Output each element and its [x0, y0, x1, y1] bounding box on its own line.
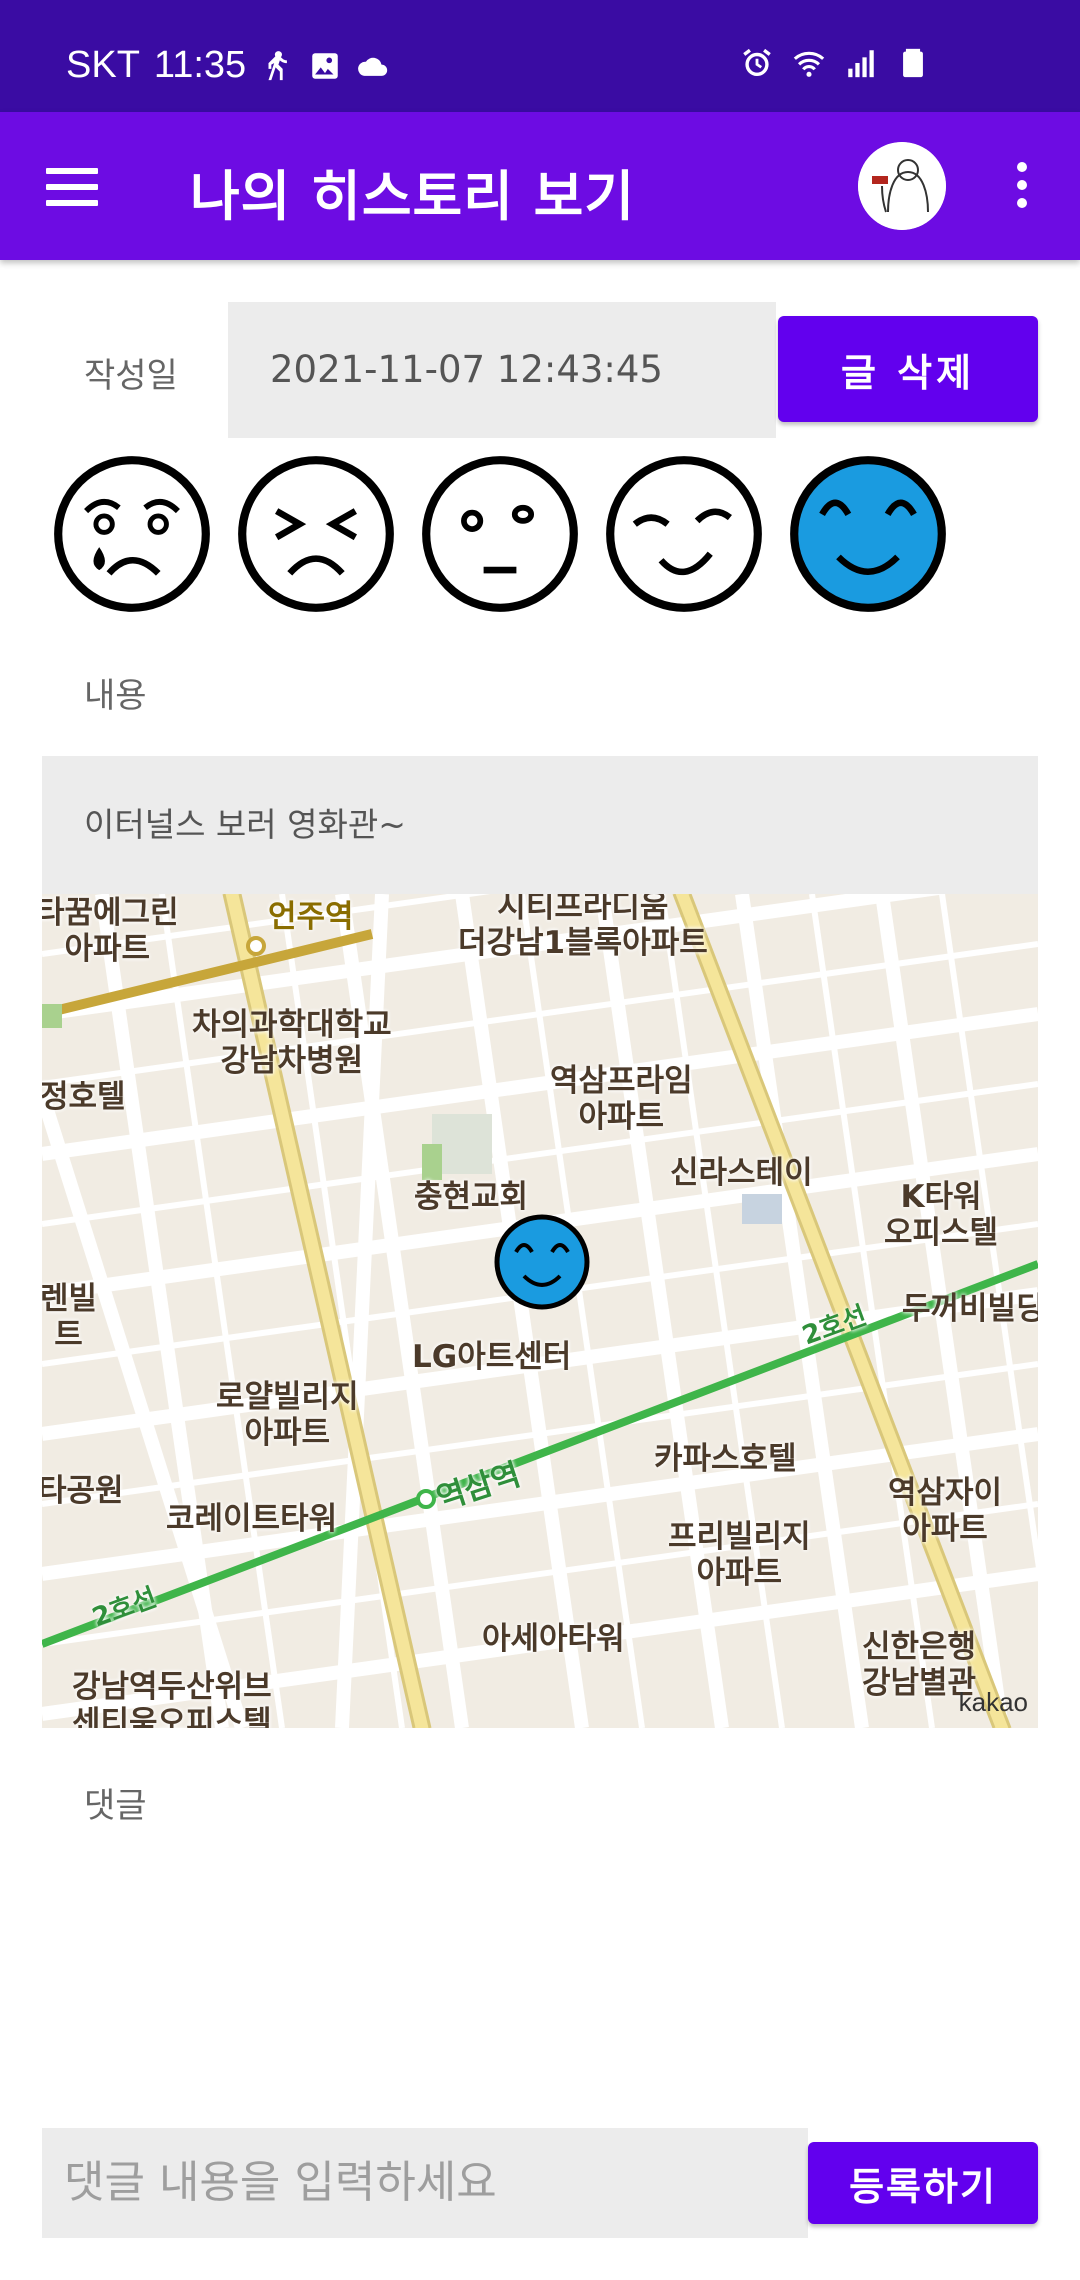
wifi-icon [793, 51, 825, 77]
avatar[interactable] [858, 142, 946, 230]
status-left: SKT 11:35 [66, 44, 390, 87]
map-label: 타꿈에그린 아파트 [42, 895, 179, 967]
map-label: 강남역두산위브 센티움오피스텔 [72, 1669, 272, 1728]
date-label: 작성일 [84, 356, 178, 396]
submit-comment-button[interactable]: 등록하기 [808, 2142, 1038, 2224]
frustrated-face-icon[interactable] [234, 452, 398, 616]
map-label: 역삼프라임 아파트 [550, 1063, 693, 1135]
map-label: 두꺼비빌딩 [902, 1291, 1038, 1327]
delete-post-button[interactable]: 글 삭제 [778, 316, 1038, 422]
status-right [740, 46, 930, 80]
map-label: 아세아타워 [482, 1621, 625, 1657]
content-face-icon[interactable] [602, 452, 766, 616]
neutral-face-icon[interactable] [418, 452, 582, 616]
date-field: 2021-11-07 12:43:45 [228, 302, 776, 438]
map-label: 렌빌 트 [42, 1281, 98, 1353]
battery-icon [903, 48, 923, 78]
menu-icon[interactable] [46, 168, 98, 206]
map-label: 카파스호텔 [654, 1441, 797, 1477]
comments-label: 댓글 [84, 1786, 147, 1826]
content-field: 이터널스 보러 영화관~ [42, 756, 1038, 894]
map-label: 코레이트타워 [166, 1501, 338, 1537]
map-label: 타공원 [42, 1473, 124, 1509]
map-label: 언주역 [268, 899, 354, 935]
map-label: LG아트센터 [412, 1339, 572, 1375]
map-label: 차의과학대학교 강남차병원 [192, 1007, 392, 1079]
avatar-illustration-icon [858, 142, 946, 230]
crying-face-icon[interactable] [50, 452, 214, 616]
more-options-icon[interactable] [1012, 162, 1032, 212]
mood-selector [50, 452, 950, 616]
happy-mood-marker-icon[interactable] [492, 1212, 592, 1312]
happy-face-icon[interactable] [786, 452, 950, 616]
map-label: 신라스테이 [670, 1155, 813, 1191]
map-label: 역삼자이 아파트 [888, 1475, 1003, 1547]
comment-input[interactable]: 댓글 내용을 입력하세요 [42, 2128, 808, 2238]
page-title: 나의 히스토리 보기 [190, 165, 636, 228]
content-label: 내용 [84, 676, 147, 716]
alarm-icon [743, 48, 771, 77]
map-label: 정호텔 [42, 1079, 126, 1115]
activity-icon [268, 50, 288, 80]
map-label: 로얄빌리지 아파트 [216, 1379, 359, 1451]
status-bar: SKT 11:35 [0, 0, 1080, 112]
map-label: 프리빌리지 아파트 [668, 1519, 811, 1591]
map-view[interactable]: 타꿈에그린 아파트 시티프라디움 더강남1블록아파트 언주역 차의과학대학교 강남차병… [42, 894, 1038, 1728]
map-attribution: kakao [958, 1687, 1028, 1717]
signal-icon [848, 50, 874, 78]
map-label: 충현교회 [414, 1179, 529, 1215]
clock: 11:35 [153, 44, 247, 86]
cloud-icon [358, 57, 388, 76]
carrier: SKT [66, 44, 140, 86]
map-label: 시티프라디움 더강남1블록아파트 [458, 894, 708, 961]
app-bar: 나의 히스토리 보기 [0, 112, 1080, 260]
map-label: K타워 오피스텔 [884, 1179, 999, 1251]
gallery-icon [312, 52, 338, 79]
